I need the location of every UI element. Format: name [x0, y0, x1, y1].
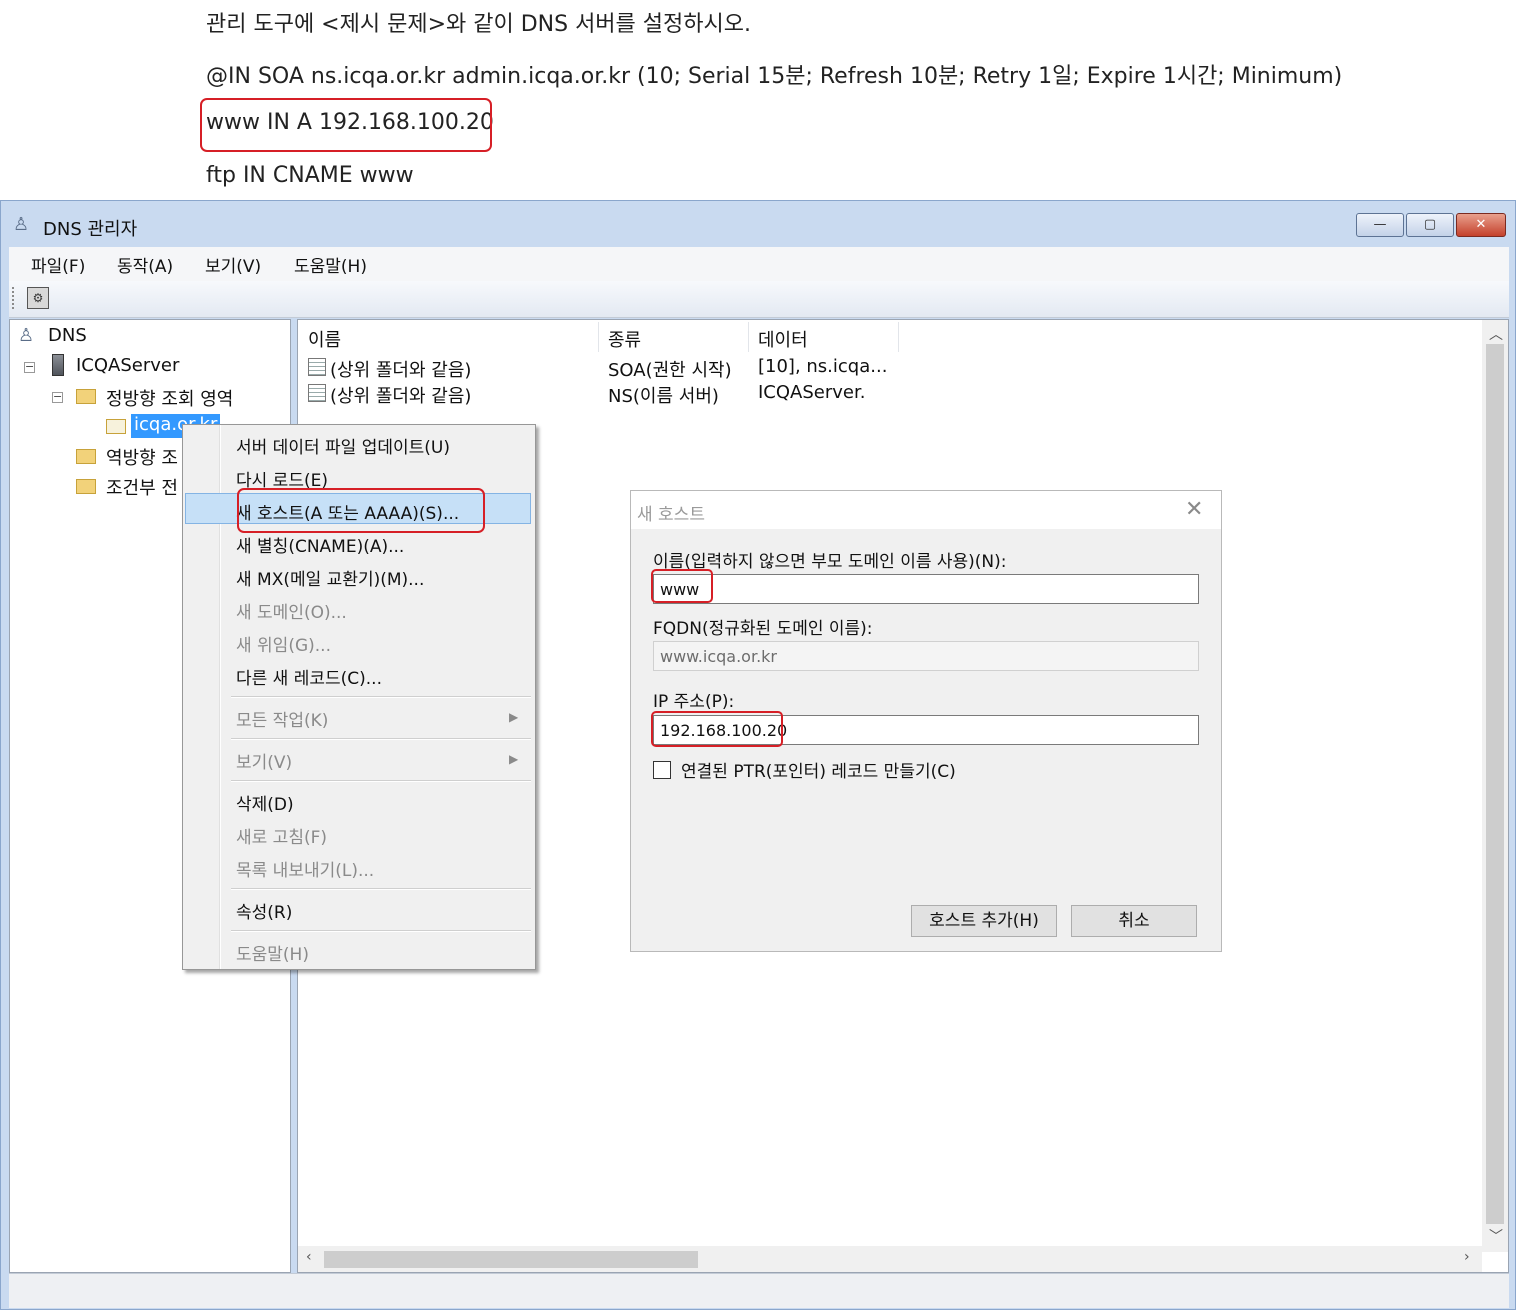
menu-item-new-mx[interactable]: 새 MX(메일 교환기)(M)... [236, 565, 424, 590]
highlight-box-name [651, 569, 713, 603]
menu-separator [231, 738, 531, 740]
fqdn-label: FQDN(정규화된 도메인 이름): [653, 619, 873, 639]
cancel-button[interactable]: 취소 [1071, 905, 1197, 937]
menu-separator [231, 930, 531, 932]
host-name-input[interactable] [653, 574, 1199, 604]
dns-root-icon: ♙ [18, 325, 35, 346]
submenu-arrow-icon: ▶ [509, 752, 519, 766]
collapse-forward-toggle[interactable]: − [52, 391, 63, 403]
menu-item-all-tasks[interactable]: 모든 작업(K) [236, 706, 328, 731]
column-divider[interactable] [748, 322, 749, 352]
instruction-line-2: @IN SOA ns.icqa.or.kr admin.icqa.or.kr (… [206, 64, 1343, 89]
scroll-right-icon[interactable]: › [1464, 1249, 1470, 1265]
menu-file[interactable]: 파일(F) [31, 252, 85, 277]
column-header-data[interactable]: 데이터 [758, 326, 808, 352]
record-icon [308, 384, 326, 402]
folder-icon [76, 449, 96, 464]
status-bar [9, 1273, 1509, 1308]
menu-item-export-list: 목록 내보내기(L)... [236, 861, 375, 881]
dns-app-icon: ♙ [13, 214, 30, 235]
instruction-line-1: 관리 도구에 <제시 문제>와 같이 DNS 서버를 설정하시오. [206, 12, 751, 37]
folder-icon [76, 479, 96, 494]
menu-item-properties[interactable]: 속성(R) [236, 898, 292, 923]
collapse-server-toggle[interactable]: − [24, 361, 35, 373]
vertical-scrollbar[interactable]: ︿ ﹀ [1482, 320, 1508, 1252]
create-ptr-checkbox[interactable] [653, 761, 671, 779]
tree-item-dns[interactable]: DNS [48, 325, 87, 346]
row-type: NS(이름 서버) [608, 386, 719, 407]
close-button[interactable]: ✕ [1456, 213, 1506, 237]
menu-bar: 파일(F) 동작(A) 보기(V) 도움말(H) [9, 247, 1509, 281]
server-config-icon[interactable]: ⚙ [27, 287, 49, 309]
menu-help[interactable]: 도움말(H) [294, 252, 367, 277]
horizontal-scroll-thumb[interactable] [324, 1251, 698, 1268]
folder-icon [76, 389, 96, 404]
zone-file-icon [106, 419, 126, 434]
scroll-up-icon[interactable]: ︿ [1489, 324, 1503, 344]
menu-view[interactable]: 보기(V) [205, 252, 261, 277]
menu-item-refresh: 새로 고침(F) [236, 828, 328, 848]
menu-separator [231, 888, 531, 890]
row-name: (상위 폴더와 같음) [330, 386, 472, 407]
context-menu: 서버 데이터 파일 업데이트(U) 다시 로드(E) 새 호스트(A 또는 AA… [182, 424, 536, 970]
menu-action[interactable]: 동작(A) [117, 252, 173, 277]
highlight-box-ip [651, 711, 783, 747]
menu-item-help[interactable]: 도움말(H) [236, 940, 309, 965]
record-icon [308, 358, 326, 376]
tree-item-conditional-forwarders[interactable]: 조건부 전 [106, 474, 178, 500]
ip-address-label: IP 주소(P): [653, 692, 735, 712]
tree-item-server[interactable]: ICQAServer [76, 355, 179, 376]
menu-item-other-records[interactable]: 다른 새 레코드(C)... [236, 664, 382, 689]
fqdn-field [653, 641, 1199, 671]
highlight-box-new-host [237, 488, 485, 533]
row-name: (상위 폴더와 같음) [330, 360, 472, 381]
toolbar-grip[interactable] [12, 287, 17, 309]
column-header-name[interactable]: 이름 [308, 326, 341, 352]
column-divider[interactable] [898, 322, 899, 352]
horizontal-scrollbar[interactable]: ‹ › [298, 1246, 1482, 1272]
menu-item-new-domain: 새 도메인(O)... [236, 603, 347, 623]
menu-item-update-server-data[interactable]: 서버 데이터 파일 업데이트(U) [236, 433, 450, 458]
server-icon [52, 354, 64, 376]
window-title: DNS 관리자 [43, 219, 138, 240]
menu-item-new-alias[interactable]: 새 별칭(CNAME)(A)... [236, 532, 404, 557]
menu-item-delete[interactable]: 삭제(D) [236, 790, 294, 815]
menu-item-new-delegation: 새 위임(G)... [236, 636, 331, 656]
menu-separator [231, 696, 531, 698]
tree-item-forward-zone[interactable]: 정방향 조회 영역 [106, 385, 233, 411]
submenu-arrow-icon: ▶ [509, 710, 519, 724]
menu-item-view[interactable]: 보기(V) [236, 748, 292, 773]
highlight-box-a-record [200, 98, 492, 152]
row-data: [10], ns.icqa... [758, 356, 888, 377]
new-host-dialog: 새 호스트 ✕ 이름(입력하지 않으면 부모 도메인 이름 사용)(N): FQ… [630, 490, 1222, 952]
row-data: ICQAServer. [758, 382, 866, 403]
add-host-button[interactable]: 호스트 추가(H) [911, 905, 1057, 937]
title-bar: ♙ DNS 관리자 — ▢ ✕ [1, 201, 1515, 247]
column-header-type[interactable]: 종류 [608, 326, 641, 352]
dialog-title: 새 호스트 [637, 505, 705, 525]
minimize-button[interactable]: — [1356, 213, 1404, 237]
maximize-button[interactable]: ▢ [1406, 213, 1454, 237]
scroll-left-icon[interactable]: ‹ [306, 1249, 312, 1265]
row-type: SOA(권한 시작) [608, 360, 732, 381]
vertical-scroll-thumb[interactable] [1486, 344, 1504, 1224]
dialog-close-icon[interactable]: ✕ [1185, 497, 1203, 522]
instruction-line-4: ftp IN CNAME www [206, 163, 414, 188]
column-divider[interactable] [598, 322, 599, 352]
dialog-title-bar: 새 호스트 ✕ [631, 491, 1221, 529]
create-ptr-label[interactable]: 연결된 PTR(포인터) 레코드 만들기(C) [681, 757, 956, 782]
scroll-down-icon[interactable]: ﹀ [1489, 1226, 1503, 1246]
tree-item-reverse-zone[interactable]: 역방향 조 [106, 444, 178, 470]
toolbar: ⚙ [9, 281, 1509, 318]
menu-separator [231, 780, 531, 782]
